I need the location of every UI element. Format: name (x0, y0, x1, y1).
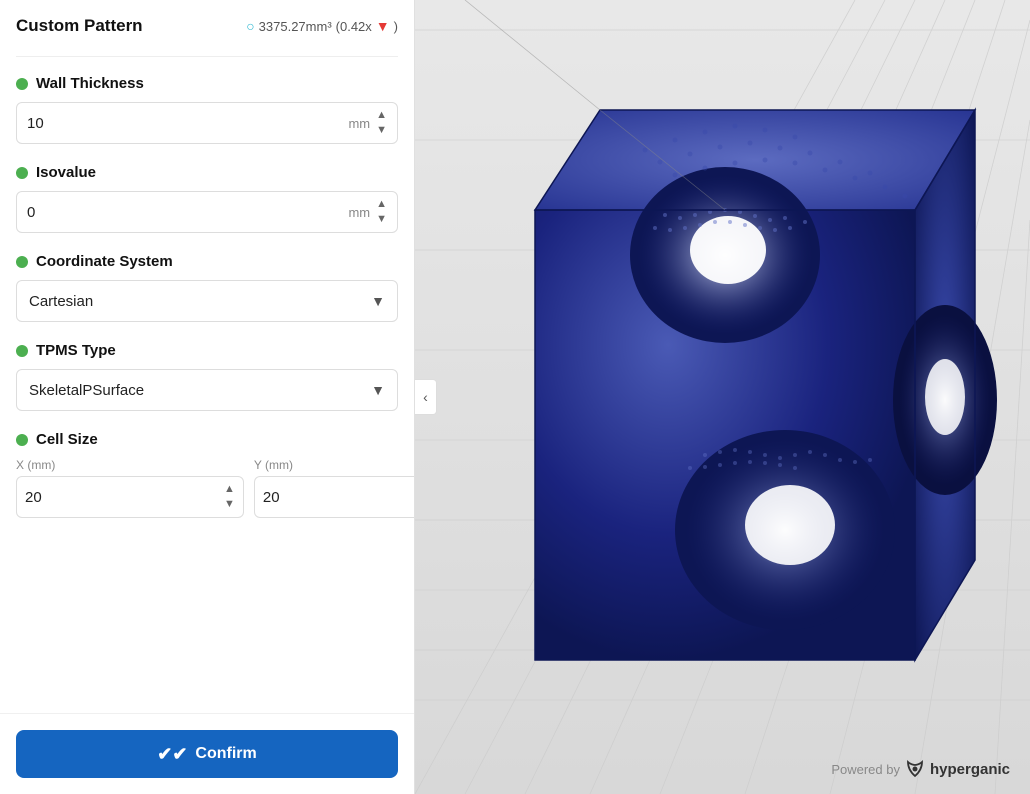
tpms-title: TPMS Type (36, 342, 116, 359)
wall-thickness-unit: mm (348, 116, 370, 131)
wall-thickness-title: Wall Thickness (36, 75, 144, 92)
header-row: Custom Pattern ○ 3375.27mm³ (0.42x ▼ ) (16, 16, 398, 36)
wall-thickness-input[interactable] (27, 115, 348, 132)
isovalue-dot (16, 167, 28, 179)
wall-thickness-up[interactable]: ▲ (376, 108, 387, 123)
cell-y-label: Y (mm) (254, 458, 414, 472)
coord-system-label-row: Coordinate System (16, 253, 398, 270)
wall-thickness-input-row: mm ▲ ▼ (16, 102, 398, 144)
tpms-value: SkeletalPSurface (29, 382, 371, 399)
isovalue-up[interactable]: ▲ (376, 197, 387, 212)
volume-text: 3375.27mm³ (259, 19, 332, 34)
isovalue-unit: mm (348, 205, 370, 220)
powered-by-text: Powered by (831, 762, 900, 777)
cell-x-label: X (mm) (16, 458, 244, 472)
isovalue-title: Isovalue (36, 164, 96, 181)
panel-title: Custom Pattern (16, 16, 143, 36)
tpms-chevron-icon: ▼ (371, 382, 385, 398)
panel-content: Custom Pattern ○ 3375.27mm³ (0.42x ▼ ) W… (0, 0, 414, 713)
wall-thickness-down[interactable]: ▼ (376, 123, 387, 138)
coord-system-dropdown[interactable]: Cartesian ▼ (16, 280, 398, 322)
hyperganic-logo-icon (904, 760, 926, 778)
cell-size-label-row: Cell Size (16, 431, 398, 448)
viewport-svg (415, 0, 1030, 794)
viewport-panel: ‹ (415, 0, 1030, 794)
dropdown-arrow-red-icon: ▼ (376, 18, 390, 34)
left-panel: Custom Pattern ○ 3375.27mm³ (0.42x ▼ ) W… (0, 0, 415, 794)
cell-x-input[interactable] (25, 489, 224, 506)
cell-y-input[interactable] (263, 489, 414, 506)
cell-x-down[interactable]: ▼ (224, 497, 235, 512)
header-meta: ○ 3375.27mm³ (0.42x ▼ ) (246, 18, 398, 34)
hyperganic-brand: hyperganic (930, 761, 1010, 778)
wall-thickness-spinners: ▲ ▼ (376, 108, 387, 138)
cell-y-input-row: ▲ ▼ (254, 476, 414, 518)
isovalue-down[interactable]: ▼ (376, 212, 387, 227)
cell-y-col: Y (mm) ▲ ▼ (254, 458, 414, 518)
cell-size-inputs: X (mm) ▲ ▼ Y (mm) ▲ (16, 458, 398, 518)
isovalue-spinners: ▲ ▼ (376, 197, 387, 227)
cell-size-title: Cell Size (36, 431, 98, 448)
wall-thickness-dot (16, 78, 28, 90)
coord-system-chevron-icon: ▼ (371, 293, 385, 309)
confirm-label: Confirm (195, 745, 256, 763)
cell-size-dot (16, 434, 28, 446)
cell-x-input-row: ▲ ▼ (16, 476, 244, 518)
wall-thickness-label-row: Wall Thickness (16, 75, 398, 92)
volume-icon: ○ (246, 18, 254, 34)
isovalue-label-row: Isovalue (16, 164, 398, 181)
confirm-button[interactable]: ✔✔ Confirm (16, 730, 398, 778)
confirm-area: ✔✔ Confirm (0, 713, 414, 794)
ratio-close: ) (394, 19, 398, 34)
divider-1 (16, 56, 398, 57)
collapse-button[interactable]: ‹ (415, 379, 437, 415)
coord-system-title: Coordinate System (36, 253, 173, 270)
tpms-label-row: TPMS Type (16, 342, 398, 359)
cell-x-col: X (mm) ▲ ▼ (16, 458, 244, 518)
collapse-icon: ‹ (423, 389, 428, 405)
ratio-text: (0.42x (336, 19, 372, 34)
cell-x-spinners: ▲ ▼ (224, 482, 235, 512)
confirm-check-icon: ✔✔ (157, 744, 187, 765)
isovalue-input-row: mm ▲ ▼ (16, 191, 398, 233)
cell-size-section: Cell Size X (mm) ▲ ▼ Y (mm) (16, 431, 398, 518)
coord-system-value: Cartesian (29, 293, 371, 310)
powered-by: Powered by hyperganic (831, 760, 1010, 778)
cell-x-up[interactable]: ▲ (224, 482, 235, 497)
tpms-dot (16, 345, 28, 357)
tpms-dropdown[interactable]: SkeletalPSurface ▼ (16, 369, 398, 411)
coord-system-dot (16, 256, 28, 268)
isovalue-input[interactable] (27, 204, 348, 221)
